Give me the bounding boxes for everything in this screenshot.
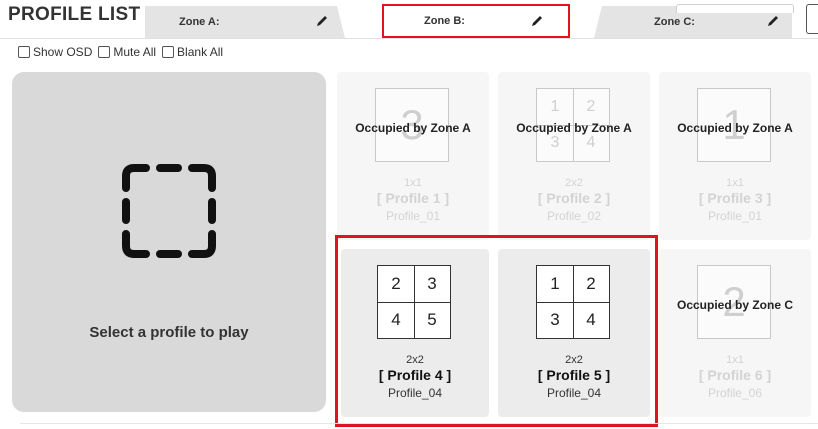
- blank-all-option[interactable]: Blank All: [162, 45, 223, 59]
- occupied-label: Occupied by Zone A: [516, 121, 632, 135]
- page-title: PROFILE LIST: [8, 4, 141, 25]
- profile-name: [ Profile 6 ]: [698, 367, 772, 383]
- blank-all-checkbox[interactable]: [162, 46, 175, 58]
- show-osd-label: Show OSD: [33, 45, 93, 59]
- footer-divider: [20, 423, 818, 428]
- layout-label: 1x1: [726, 354, 744, 366]
- profile-name: [ Profile 1 ]: [376, 190, 450, 206]
- preview-cell: 2: [586, 98, 596, 115]
- mute-all-label: Mute All: [113, 45, 157, 59]
- tab-divider: [0, 38, 818, 39]
- show-osd-checkbox[interactable]: [18, 46, 30, 58]
- profile-card[interactable]: 3 Occupied by Zone A 1x1 [ Profile 1 ] P…: [337, 72, 489, 240]
- layout-label: 1x1: [404, 177, 422, 189]
- dashed-frame-icon: [122, 164, 216, 258]
- profile-card[interactable]: 2 Occupied by Zone C 1x1 [ Profile 6 ] P…: [659, 249, 811, 417]
- layout-label: 2x2: [565, 177, 583, 189]
- pencil-icon[interactable]: [315, 14, 329, 28]
- selection-highlight: [335, 235, 658, 427]
- pencil-icon[interactable]: [530, 14, 544, 28]
- occupied-label: Occupied by Zone A: [677, 121, 793, 135]
- mute-all-checkbox[interactable]: [98, 46, 111, 58]
- show-osd-option[interactable]: Show OSD: [18, 45, 92, 59]
- profile-source: Profile_01: [707, 209, 763, 223]
- tab-zone-c-label: Zone C:: [654, 16, 695, 28]
- tab-next-partial[interactable]: [806, 4, 818, 34]
- tab-zone-a-label: Zone A:: [179, 16, 220, 28]
- profile-source: Profile_01: [385, 209, 441, 223]
- mute-all-option[interactable]: Mute All: [98, 45, 156, 59]
- blank-all-label: Blank All: [177, 45, 224, 59]
- layout-label: 1x1: [726, 177, 744, 189]
- profile-name: [ Profile 2 ]: [537, 190, 611, 206]
- tab-overlay-frame: [676, 4, 794, 13]
- occupied-label: Occupied by Zone A: [355, 121, 471, 135]
- tab-zone-b[interactable]: Zone B:: [382, 4, 570, 38]
- profile-source: Profile_06: [707, 386, 763, 400]
- options-row: Show OSD Mute All Blank All: [18, 45, 229, 59]
- tab-zone-a[interactable]: Zone A:: [145, 6, 345, 38]
- preview-cell: 1: [550, 98, 560, 115]
- profile-card[interactable]: 1 2 3 4 Occupied by Zone A 2x2 [ Profile…: [498, 72, 650, 240]
- occupied-label: Occupied by Zone C: [676, 298, 793, 312]
- profile-name: [ Profile 3 ]: [698, 190, 772, 206]
- player-caption: Select a profile to play: [89, 324, 249, 341]
- profile-source: Profile_02: [546, 209, 602, 223]
- profile-card[interactable]: 1 Occupied by Zone A 1x1 [ Profile 3 ] P…: [659, 72, 811, 240]
- pencil-icon[interactable]: [766, 14, 780, 28]
- tab-zone-b-label: Zone B:: [424, 15, 465, 27]
- player-panel[interactable]: Select a profile to play: [12, 72, 326, 412]
